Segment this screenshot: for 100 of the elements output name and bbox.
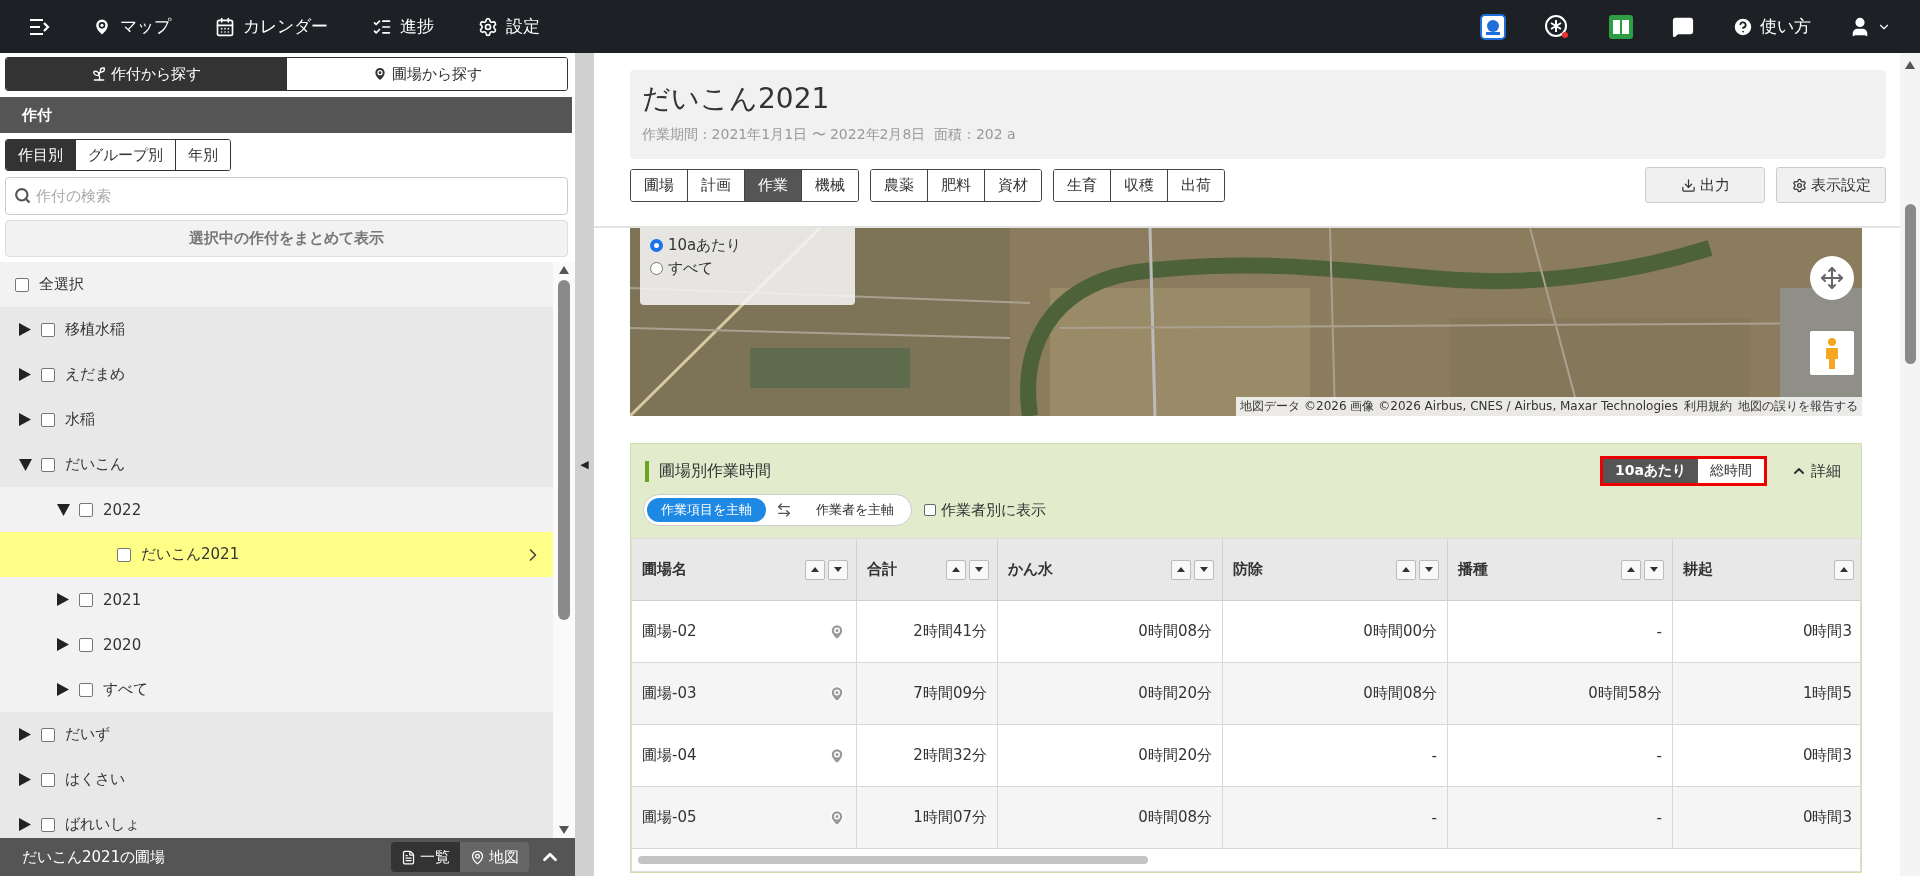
sort-descending-button[interactable] xyxy=(1419,559,1439,580)
table-cell: - xyxy=(1223,725,1448,787)
checkbox[interactable] xyxy=(41,817,55,832)
sort-descending-button[interactable] xyxy=(828,559,848,580)
tree-item[interactable]: 2022 xyxy=(0,487,553,532)
checkbox[interactable] xyxy=(41,727,55,742)
radio-icon[interactable] xyxy=(650,262,663,275)
collapsed-triangle-icon[interactable] xyxy=(19,728,31,741)
collapsed-triangle-icon[interactable] xyxy=(57,683,69,696)
help-link[interactable]: 使い方 xyxy=(1713,0,1830,53)
display-settings-button[interactable]: 表示設定 xyxy=(1776,167,1886,203)
table-cell: 0時間08分 xyxy=(1223,663,1448,725)
map-link[interactable]: 利用規約 xyxy=(1684,398,1732,415)
field-name-cell: 圃場-04 xyxy=(632,725,857,787)
tree-item[interactable]: 2020 xyxy=(0,622,553,667)
tree-item[interactable]: 水稲 xyxy=(0,397,553,442)
export-button[interactable]: 出力 xyxy=(1645,167,1765,203)
page-scrollbar[interactable] xyxy=(1900,53,1920,876)
view-tab[interactable]: 作目別 xyxy=(6,140,76,170)
sort-ascending-button[interactable] xyxy=(1171,559,1191,580)
checkbox[interactable] xyxy=(41,412,55,427)
checkbox[interactable] xyxy=(79,502,93,517)
tree-item[interactable]: だいこん xyxy=(0,442,553,487)
checkbox[interactable] xyxy=(79,682,93,697)
table-cell: 0時間00分 xyxy=(1223,601,1448,663)
field-name-cell: 圃場-02 xyxy=(632,601,857,663)
tree-item[interactable]: はくさい xyxy=(0,757,553,802)
checkbox[interactable] xyxy=(79,637,93,652)
checkbox[interactable] xyxy=(117,547,131,562)
radio-icon[interactable] xyxy=(650,239,663,252)
expanded-triangle-icon[interactable] xyxy=(18,458,32,471)
nav-link[interactable]: 進捗 xyxy=(350,0,456,53)
collapsed-triangle-icon[interactable] xyxy=(19,818,31,831)
triangle-down-icon xyxy=(1200,567,1208,572)
location-pin-icon[interactable] xyxy=(828,808,846,827)
mode-tab[interactable]: 作付から探す xyxy=(6,58,287,90)
section-tab[interactable]: 圃場 xyxy=(631,169,688,201)
axis-option[interactable]: 作業者を主軸 xyxy=(802,498,908,522)
radio-option[interactable]: 10aあたり xyxy=(650,236,845,255)
section-tab[interactable]: 作業 xyxy=(745,169,802,201)
bulk-view-button[interactable]: 選択中の作付をまとめて表示 xyxy=(5,220,568,257)
nav-link[interactable]: カレンダー xyxy=(193,0,350,53)
location-pin-icon[interactable] xyxy=(828,622,846,641)
tree-item[interactable]: ばれいしょ xyxy=(0,802,553,838)
calendar-icon xyxy=(215,16,235,37)
collapse-handle[interactable]: ◀ xyxy=(575,53,594,876)
expanded-triangle-icon[interactable] xyxy=(56,503,70,516)
tree-item[interactable]: えだまめ xyxy=(0,352,553,397)
scrollbar-thumb[interactable] xyxy=(1904,204,1916,364)
view-toggle-button[interactable]: 地図 xyxy=(460,842,529,872)
location-pin-icon[interactable] xyxy=(828,746,846,765)
nav-link[interactable]: 設定 xyxy=(456,0,562,53)
collapsed-triangle-icon[interactable] xyxy=(19,413,31,426)
detail-toggle[interactable]: 詳細 xyxy=(1785,460,1847,482)
collapsed-triangle-icon[interactable] xyxy=(19,773,31,786)
checkbox[interactable] xyxy=(79,592,93,607)
location-pin-icon[interactable] xyxy=(828,684,846,703)
tree-item[interactable]: 2021 xyxy=(0,577,553,622)
select-all-row[interactable]: 全選択 xyxy=(0,262,553,307)
sort-ascending-button[interactable] xyxy=(1834,559,1854,580)
tree-item[interactable]: すべて xyxy=(0,667,553,712)
tree-item[interactable]: だいず xyxy=(0,712,553,757)
table-cell: - xyxy=(1448,601,1673,663)
sort-ascending-button[interactable] xyxy=(946,559,966,580)
collapsed-triangle-icon[interactable] xyxy=(19,323,31,336)
scrollbar[interactable] xyxy=(553,262,575,838)
checkbox[interactable] xyxy=(924,504,936,516)
search-field[interactable]: 作付の検索 xyxy=(5,177,568,215)
collapsed-triangle-icon[interactable] xyxy=(19,368,31,381)
tree-item[interactable]: だいこん2021 xyxy=(0,532,553,577)
sort-ascending-button[interactable] xyxy=(805,559,825,580)
table-cell: 1時間5 xyxy=(1673,663,1860,725)
scrollbar-thumb[interactable] xyxy=(558,280,570,620)
sort-ascending-button[interactable] xyxy=(1396,559,1416,580)
radio-option[interactable]: すべて xyxy=(650,259,845,278)
section-tab[interactable]: 農薬 xyxy=(871,169,928,201)
checkbox[interactable] xyxy=(15,277,29,292)
by-worker-checkbox[interactable]: 作業者別に表示 xyxy=(924,500,1046,520)
sort-descending-button[interactable] xyxy=(969,559,989,580)
table-cell: 0時間20分 xyxy=(998,725,1223,787)
unit-option[interactable]: 10aあたり xyxy=(1603,459,1698,483)
sort-descending-button[interactable] xyxy=(1194,559,1214,580)
tree-item[interactable]: 移植水稲 xyxy=(0,307,553,352)
map-pin-icon xyxy=(371,66,388,82)
collapsed-triangle-icon[interactable] xyxy=(57,638,69,651)
checkbox[interactable] xyxy=(41,367,55,382)
sort-descending-button[interactable] xyxy=(1644,559,1664,580)
map-link[interactable]: 地図の誤りを報告する xyxy=(1738,398,1858,415)
section-tab[interactable]: 生育 xyxy=(1054,169,1111,201)
checkbox[interactable] xyxy=(41,772,55,787)
collapsed-triangle-icon[interactable] xyxy=(57,593,69,606)
checkbox[interactable] xyxy=(41,457,55,472)
table-cell: 2時間32分 xyxy=(857,725,998,787)
axis-option[interactable]: 作業項目を主軸 xyxy=(647,498,766,522)
settings-icon xyxy=(478,16,498,37)
view-toggle-button[interactable]: 一覧 xyxy=(391,842,460,872)
checkbox[interactable] xyxy=(41,322,55,337)
nav-link[interactable]: マップ xyxy=(70,0,193,53)
column-header: 防除 xyxy=(1223,539,1448,601)
sort-ascending-button[interactable] xyxy=(1621,559,1641,580)
